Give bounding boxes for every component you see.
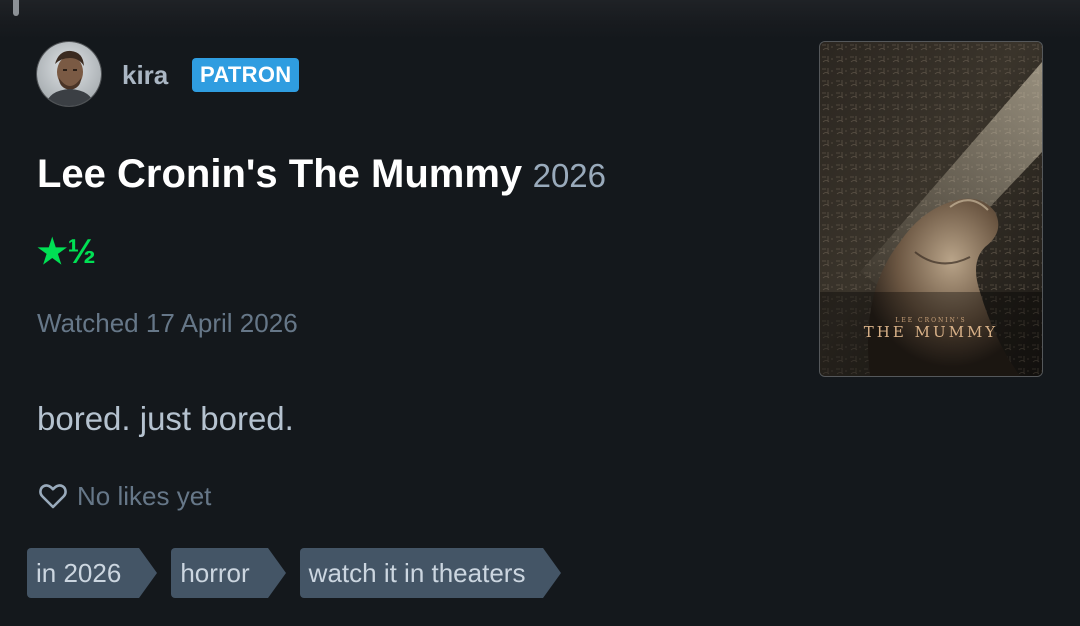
watched-date: Watched 17 April 2026 bbox=[37, 308, 298, 338]
tag-list: in 2026 horror watch it in theaters bbox=[27, 548, 575, 598]
review-page: kira PATRON Lee Cronin's The Mummy 2026 … bbox=[0, 0, 1080, 626]
likes-row[interactable]: No likes yet bbox=[37, 480, 211, 512]
likes-count: No likes yet bbox=[77, 480, 212, 511]
review-text: bored. just bored. bbox=[37, 400, 294, 437]
tag-watch-it-in-theaters[interactable]: watch it in theaters bbox=[299, 548, 562, 598]
tag-horror[interactable]: horror bbox=[171, 548, 287, 598]
heart-outline-icon[interactable] bbox=[37, 480, 69, 512]
patron-badge: PATRON bbox=[192, 58, 300, 92]
film-title-row: Lee Cronin's The Mummy 2026 bbox=[37, 152, 606, 197]
avatar-image bbox=[37, 42, 101, 106]
film-poster[interactable]: LEE CRONIN'S THE MUMMY bbox=[820, 42, 1042, 376]
film-title[interactable]: Lee Cronin's The Mummy bbox=[37, 152, 522, 196]
header-backdrop bbox=[0, 0, 1080, 40]
poster-title-text: THE MUMMY bbox=[863, 323, 999, 341]
scroll-indicator[interactable] bbox=[13, 0, 19, 16]
username[interactable]: kira bbox=[122, 60, 168, 91]
avatar[interactable] bbox=[37, 42, 101, 106]
film-year[interactable]: 2026 bbox=[533, 157, 606, 194]
tag-in-2026[interactable]: in 2026 bbox=[27, 548, 158, 598]
rating-stars: ★½ bbox=[37, 233, 96, 271]
